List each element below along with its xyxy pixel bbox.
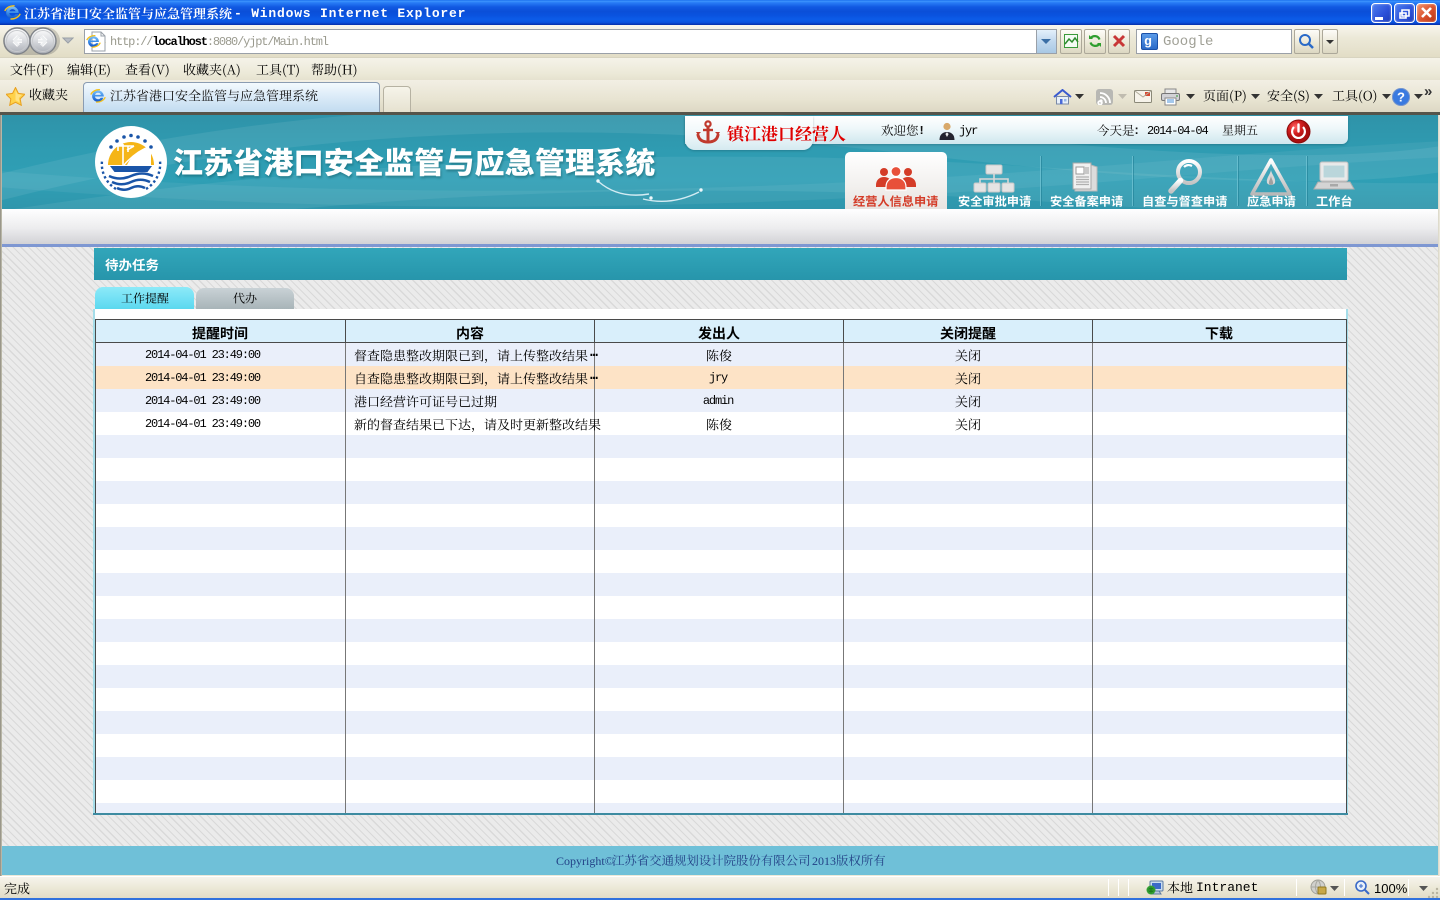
svg-text:?: ?	[1397, 90, 1405, 105]
